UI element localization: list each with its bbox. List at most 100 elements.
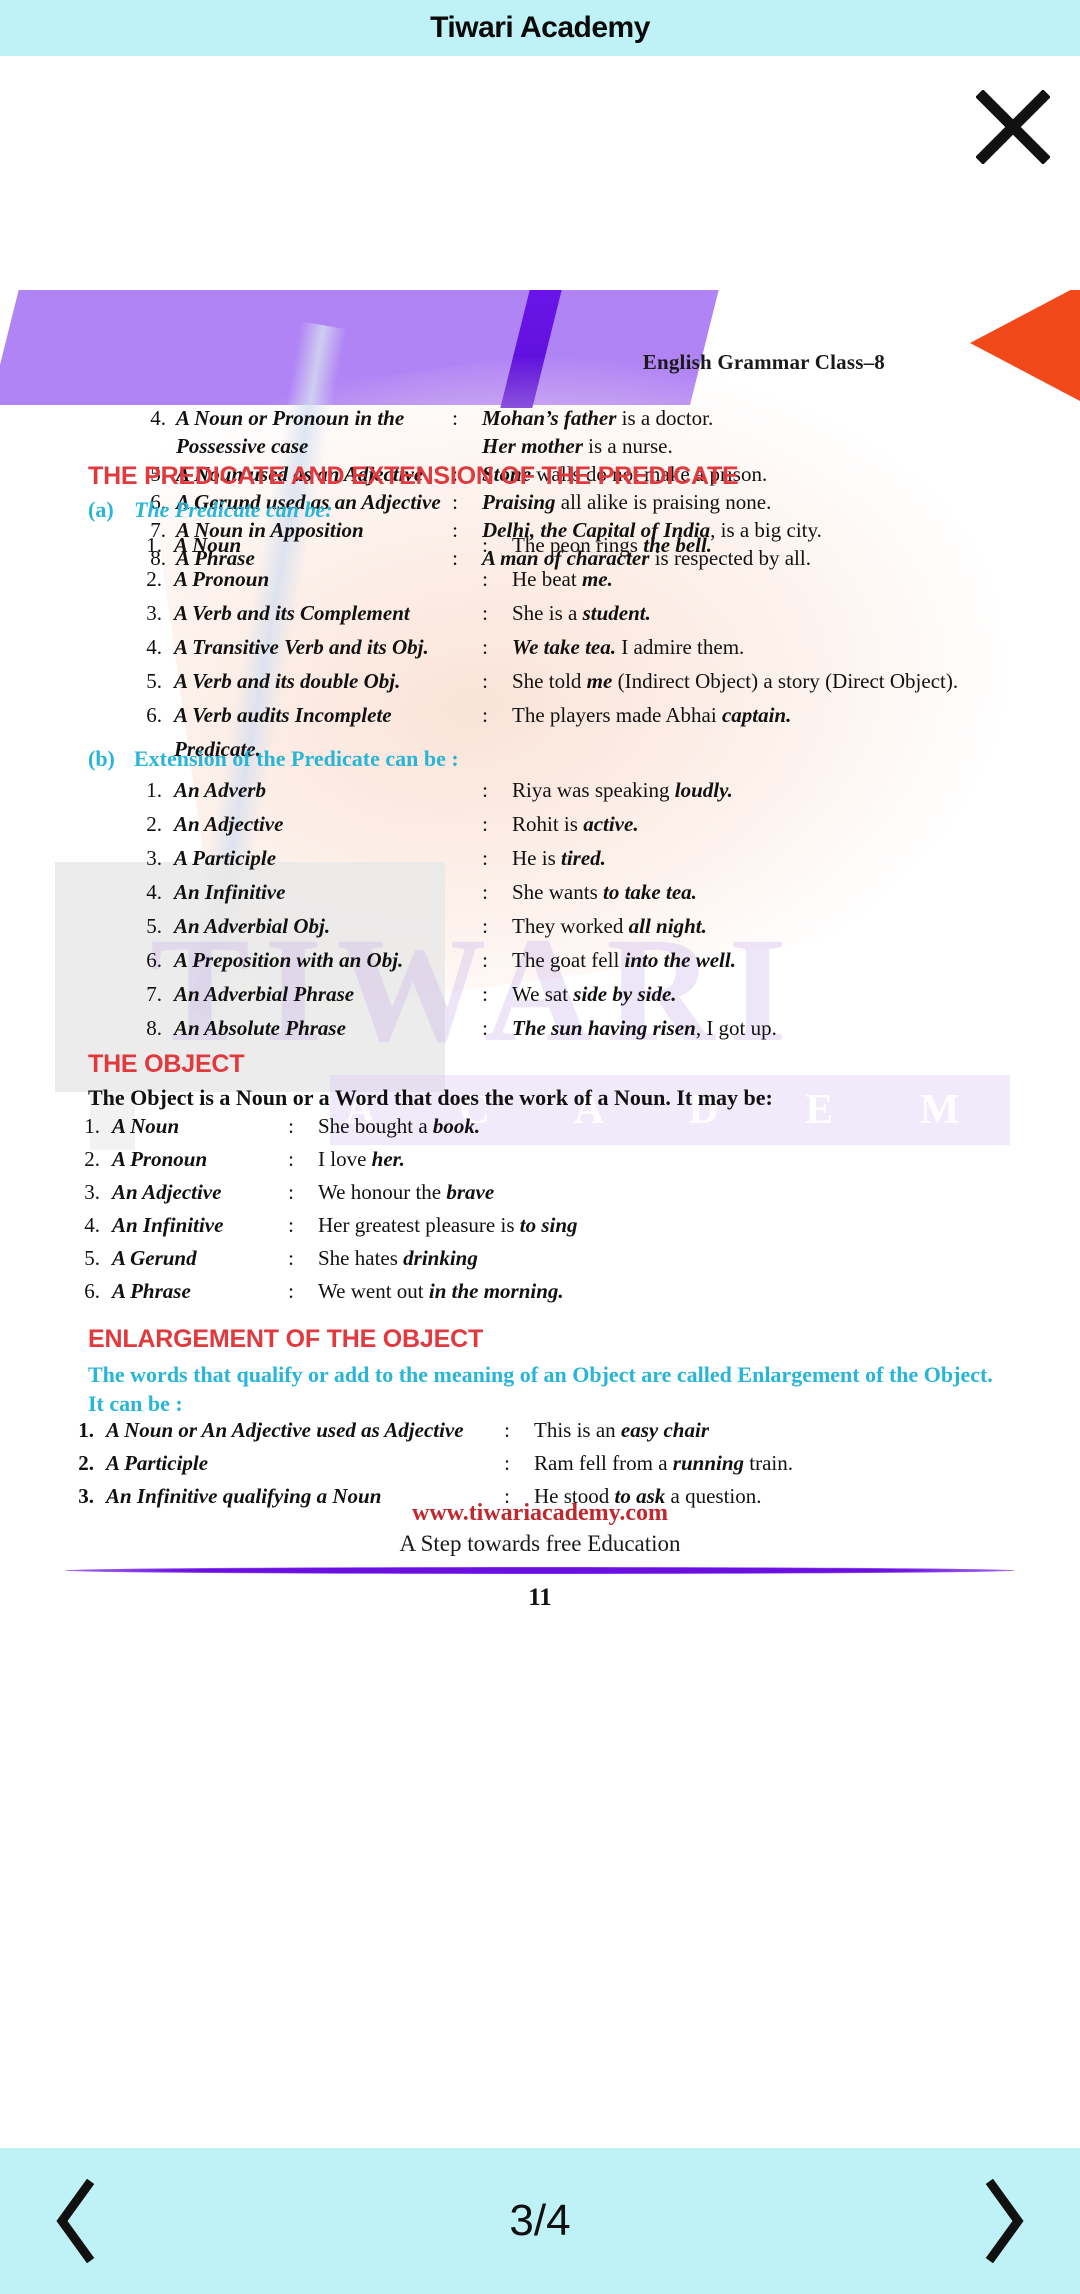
list-item-label: A Verb audits Incomplete [174, 703, 392, 727]
list-item-label: A Phrase [112, 1279, 191, 1303]
list-item: 4. A Transitive Verb and its Obj.: We take… [0, 635, 1080, 669]
list-item: 7. An Adverbial Phrase: We sat side by sid… [0, 982, 1080, 1016]
chevron-left-icon [56, 2179, 95, 2263]
list-item: 3. An Adjective: We honour the brave [0, 1180, 1080, 1213]
subheading-b-text: Extension of the Predicate can be : [134, 746, 459, 771]
list-item-example: We take tea. I admire them. [512, 635, 745, 659]
list-item-label: A Verb and its double Obj. [174, 669, 401, 693]
list-item-colon: : [482, 948, 488, 972]
heading-predicate: THE PREDICATE AND EXTENSION OF THE PREDI… [88, 462, 739, 490]
list-item-label: A Gerund [112, 1246, 197, 1270]
list-item-colon: : [482, 778, 488, 802]
document-page[interactable]: TIWARI A C A D E M Y English Grammar Cla… [0, 290, 1080, 1890]
list-item-number: 4. [150, 406, 166, 430]
next-page-button[interactable] [930, 2179, 1080, 2263]
page-header-label: English Grammar Class–8 [642, 350, 885, 374]
list-item-colon: : [452, 406, 458, 430]
close-icon [976, 90, 1050, 164]
list-item-label: An Adjective [174, 812, 284, 836]
list-item-label: A Noun or Pronoun in the [176, 406, 405, 430]
list-item-example: This is an easy chair [534, 1418, 709, 1442]
list-item-number: 1. [84, 1114, 100, 1138]
previous-page-button[interactable] [0, 2179, 150, 2263]
list-item-label: A Pronoun [112, 1147, 208, 1171]
document-page-number: 11 [528, 1584, 552, 1611]
list-item-number: 1. [78, 1418, 94, 1442]
list-item-label: An Adverbial Obj. [174, 914, 331, 938]
list-item-number: 6. [146, 948, 162, 972]
list-item: 2. A Pronoun: I love her. [0, 1147, 1080, 1180]
list-item-colon: : [482, 1016, 488, 1040]
list-item-label-continuation: Possessive case [176, 434, 309, 458]
list-item-example: We went out in the morning. [318, 1279, 564, 1303]
close-button[interactable] [970, 84, 1056, 170]
footer-divider [65, 1567, 1015, 1574]
list-item-number: 4. [84, 1213, 100, 1237]
heading-object: THE OBJECT [88, 1050, 245, 1078]
navigation-bar: 3/4 [0, 2148, 1080, 2294]
list-item-label: A Noun [112, 1114, 180, 1138]
list-item-colon: : [482, 880, 488, 904]
list-item-example: She is a student. [512, 601, 651, 625]
list-item-label: A Noun or An Adjective used as Adjective [106, 1418, 464, 1442]
list-item-colon: : [288, 1114, 294, 1138]
subheading-a-tag: (a) [88, 497, 114, 522]
list-item: 4. An Infinitive: She wants to take tea. [0, 880, 1080, 914]
list-item: 2. A Participle: Ram fell from a running t… [0, 1451, 1080, 1484]
page-indicator: 3/4 [509, 2196, 571, 2245]
list-item-number: 2. [84, 1147, 100, 1171]
document-footer: www.tiwariacademy.com A Step towards fre… [0, 1500, 1080, 1612]
list-item: 3. A Verb and its Complement: She is a stu… [0, 601, 1080, 635]
list-item: 3. A Participle: He is tired. [0, 846, 1080, 880]
list-item: 6. A Preposition with an Obj.: The goat fe… [0, 948, 1080, 982]
list-item: 6. A Verb audits Incomplete: The players m… [0, 703, 1080, 737]
list-item: 5. An Adverbial Obj.: They worked all nigh… [0, 914, 1080, 948]
list-item-label: A Preposition with an Obj. [174, 948, 404, 972]
list-item-colon: : [482, 812, 488, 836]
list-item-number: 6. [84, 1279, 100, 1303]
list-item-example: Ram fell from a running train. [534, 1451, 794, 1475]
list-item-number: 4. [146, 635, 162, 659]
list-item-colon: : [288, 1180, 294, 1204]
list-item-number: 3. [84, 1180, 100, 1204]
extension-list: 1. An Adverb: Riya was speaking loudly. 2. A… [0, 778, 1080, 1050]
list-item-label: A Transitive Verb and its Obj. [174, 635, 429, 659]
list-item-number: 6. [146, 703, 162, 727]
list-item-label: A Noun [174, 533, 242, 557]
list-item-number: 5. [146, 914, 162, 938]
list-item-colon: : [482, 567, 488, 591]
list-item-colon: : [482, 533, 488, 557]
list-item-colon: : [482, 982, 488, 1006]
subheading-b-tag: (b) [88, 746, 115, 771]
list-item-example: The sun having risen, I got up. [512, 1016, 777, 1040]
list-item-colon: : [288, 1246, 294, 1270]
list-item-colon: : [288, 1213, 294, 1237]
list-item-colon: : [482, 601, 488, 625]
list-item: 1. A Noun: She bought a book. [0, 1114, 1080, 1147]
list-item-example: The goat fell into the well. [512, 948, 736, 972]
list-item-label: A Participle [174, 846, 277, 870]
list-item: 4. An Infinitive: Her greatest pleasure is… [0, 1213, 1080, 1246]
list-item-example: I love her. [318, 1147, 405, 1171]
list-item-number: 8. [146, 1016, 162, 1040]
orange-arrow-decoration [970, 290, 1080, 401]
subheading-extension-can-be: (b) Extension of the Predicate can be : [88, 746, 459, 772]
list-item: 1. An Adverb: Riya was speaking loudly. [0, 778, 1080, 812]
app-title: Tiwari Academy [430, 11, 650, 44]
list-item-colon: : [482, 914, 488, 938]
list-item-label: An Infinitive [112, 1213, 224, 1237]
list-item-colon: : [452, 490, 458, 514]
list-item-colon: : [288, 1279, 294, 1303]
list-item: 5. A Verb and its double Obj.: She told me… [0, 669, 1080, 703]
predicate-list: 1. A Noun: The peon rings the bell. 2. A Pro… [0, 533, 1080, 771]
footer-tagline: A Step towards free Education [399, 1531, 681, 1556]
list-item-label: A Verb and its Complement [174, 601, 410, 625]
list-item-number: 7. [146, 982, 162, 1006]
list-item-colon: : [504, 1451, 510, 1475]
list-item-example: We honour the brave [318, 1180, 495, 1204]
list-item-number: 1. [146, 778, 162, 802]
list-item-example: The peon rings the bell. [512, 533, 713, 557]
list-item-example: She wants to take tea. [512, 880, 697, 904]
list-item: 6. A Phrase: We went out in the morning. [0, 1279, 1080, 1312]
purple-band-decoration [0, 290, 719, 405]
